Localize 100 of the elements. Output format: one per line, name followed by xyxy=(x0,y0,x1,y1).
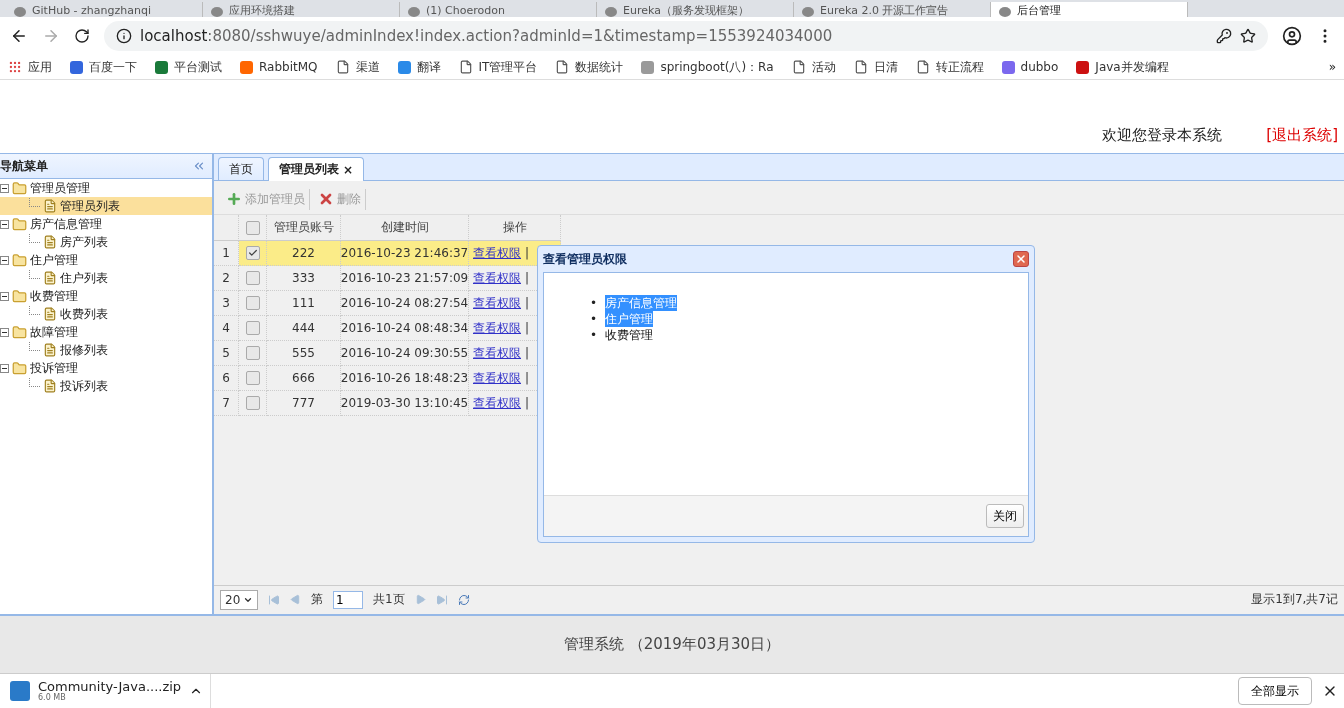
bookmark[interactable]: 数据统计 xyxy=(555,58,624,76)
page-size-select[interactable]: 20 xyxy=(220,589,258,610)
toggle-icon[interactable] xyxy=(0,219,9,229)
tree-group[interactable]: 故障管理 xyxy=(0,323,212,342)
table-cell: 2016-10-24 08:48:34 xyxy=(341,316,469,342)
bookmark[interactable]: 百度一下 xyxy=(70,58,137,76)
bookmark[interactable]: springboot(八)：Ra xyxy=(641,58,774,76)
tab[interactable]: 管理员列表 × xyxy=(268,157,365,182)
info-icon xyxy=(116,28,132,45)
profile-icon[interactable] xyxy=(1282,26,1302,47)
bookmark[interactable]: IT管理平台 xyxy=(458,58,538,76)
column-header[interactable]: 创建时间 xyxy=(341,215,469,242)
bookmark[interactable]: 平台测试 xyxy=(155,58,222,76)
tree-item[interactable]: 投诉列表 xyxy=(0,377,212,396)
page-input[interactable]: 1 xyxy=(333,590,363,609)
browser-tab[interactable]: (1) Choerodon xyxy=(400,1,597,17)
bookmark[interactable]: Java并发编程 xyxy=(1076,58,1169,76)
page-icon xyxy=(335,60,350,75)
table-cell: 2016-10-24 08:27:54 xyxy=(341,291,469,317)
bullet: • xyxy=(590,311,598,327)
table-cell: 666 xyxy=(267,366,341,392)
toggle-icon[interactable] xyxy=(0,255,9,265)
checkbox[interactable] xyxy=(245,321,260,336)
close-button[interactable] xyxy=(1013,251,1029,267)
tree-group[interactable]: 收费管理 xyxy=(0,287,212,306)
tree-item[interactable]: 报修列表 xyxy=(0,341,212,360)
page-icon xyxy=(915,60,930,75)
toggle-icon[interactable] xyxy=(0,363,9,373)
permission-link[interactable]: 查看权限 xyxy=(473,344,521,362)
tree-group[interactable]: 住户管理 xyxy=(0,251,212,270)
browser-tab[interactable]: 应用环境搭建 xyxy=(203,1,400,17)
url-text: localhost:8080/sshwuye/adminIndex!index.action?adminId=1&timestamp=1553924034000 xyxy=(140,27,833,46)
tree-group[interactable]: 投诉管理 xyxy=(0,359,212,378)
tree-item[interactable]: 收费列表 xyxy=(0,305,212,324)
table-cell: 2016-10-26 18:48:23 xyxy=(341,366,469,392)
checkbox[interactable] xyxy=(245,246,260,261)
permission-link[interactable]: 查看权限 xyxy=(473,369,521,387)
tab[interactable]: 首页 xyxy=(218,157,264,181)
more-bookmarks[interactable]: » xyxy=(1328,60,1336,75)
star-icon[interactable] xyxy=(1240,28,1256,45)
logout-link[interactable]: [退出系统] xyxy=(1266,126,1338,146)
bookmark[interactable]: dubbo xyxy=(1001,60,1059,75)
refresh-icon[interactable] xyxy=(457,593,470,606)
download-item[interactable]: Community-Java....zip 6.0 MB xyxy=(38,680,182,702)
toggle-icon[interactable] xyxy=(0,183,9,193)
bookmark[interactable]: 日清 xyxy=(853,58,898,76)
footer-text: 管理系统 （2019年03月30日） xyxy=(0,615,1344,673)
bookmark[interactable]: 翻译 xyxy=(397,58,441,76)
folder-icon xyxy=(12,252,27,268)
file-icon xyxy=(42,199,57,214)
browser-tab[interactable]: Eureka（服务发现框架） xyxy=(597,1,794,17)
site-icon xyxy=(408,6,420,17)
checkbox[interactable] xyxy=(245,296,260,311)
checkbox[interactable] xyxy=(245,220,260,235)
bookmark[interactable]: 活动 xyxy=(791,58,836,76)
file-icon xyxy=(42,307,57,322)
checkbox[interactable] xyxy=(245,271,260,286)
table-cell: 444 xyxy=(267,316,341,342)
bookmark[interactable]: RabbitMQ xyxy=(240,60,318,75)
permission-link[interactable]: 查看权限 xyxy=(473,394,521,412)
file-icon xyxy=(42,235,57,250)
tree-item[interactable]: 房产列表 xyxy=(0,233,212,252)
toggle-icon[interactable] xyxy=(0,327,9,337)
browser-tab[interactable]: 后台管理 xyxy=(991,1,1188,17)
folder-icon xyxy=(12,324,27,340)
page-label: 第 xyxy=(311,591,323,609)
checkbox[interactable] xyxy=(245,396,260,411)
browser-tab[interactable]: GitHub - zhangzhanqi xyxy=(6,1,203,17)
checkbox[interactable] xyxy=(245,346,260,361)
checkbox[interactable] xyxy=(245,371,260,386)
bookmark[interactable]: 应用 xyxy=(8,58,52,76)
tree-item[interactable]: 住户列表 xyxy=(0,269,212,288)
column-header[interactable]: 管理员账号 xyxy=(267,215,341,242)
table-cell: 777 xyxy=(267,391,341,417)
column-header[interactable]: 操作 xyxy=(469,215,561,242)
site-icon xyxy=(802,6,814,17)
permission-link[interactable]: 查看权限 xyxy=(473,244,521,262)
separator: | xyxy=(525,271,530,286)
close-tab-icon[interactable]: × xyxy=(343,162,354,177)
site-icon xyxy=(605,6,617,17)
key-icon[interactable] xyxy=(1216,28,1232,45)
tree-item[interactable]: 管理员列表 xyxy=(0,197,212,216)
bookmark[interactable]: 转正流程 xyxy=(915,58,984,76)
tree-group[interactable]: 房产信息管理 xyxy=(0,215,212,234)
bookmark[interactable]: 渠道 xyxy=(335,58,380,76)
show-all-button[interactable]: 全部显示 xyxy=(1238,677,1312,705)
toggle-icon[interactable] xyxy=(0,291,9,301)
close-dialog-button[interactable]: 关闭 xyxy=(986,504,1024,528)
file-icon xyxy=(42,343,57,358)
tree-group[interactable]: 管理员管理 xyxy=(0,179,212,198)
permission-link[interactable]: 查看权限 xyxy=(473,294,521,312)
folder-icon xyxy=(12,288,27,304)
separator: | xyxy=(525,246,530,261)
site-icon xyxy=(211,6,223,17)
address-bar[interactable]: localhost:8080/sshwuye/adminIndex!index.action?adminId=1&timestamp=1553924034000 xyxy=(104,21,1268,52)
reload-icon[interactable] xyxy=(74,28,90,45)
table-cell: 333 xyxy=(267,266,341,292)
permission-link[interactable]: 查看权限 xyxy=(473,319,521,337)
site-icon xyxy=(14,6,26,17)
permission-link[interactable]: 查看权限 xyxy=(473,269,521,287)
